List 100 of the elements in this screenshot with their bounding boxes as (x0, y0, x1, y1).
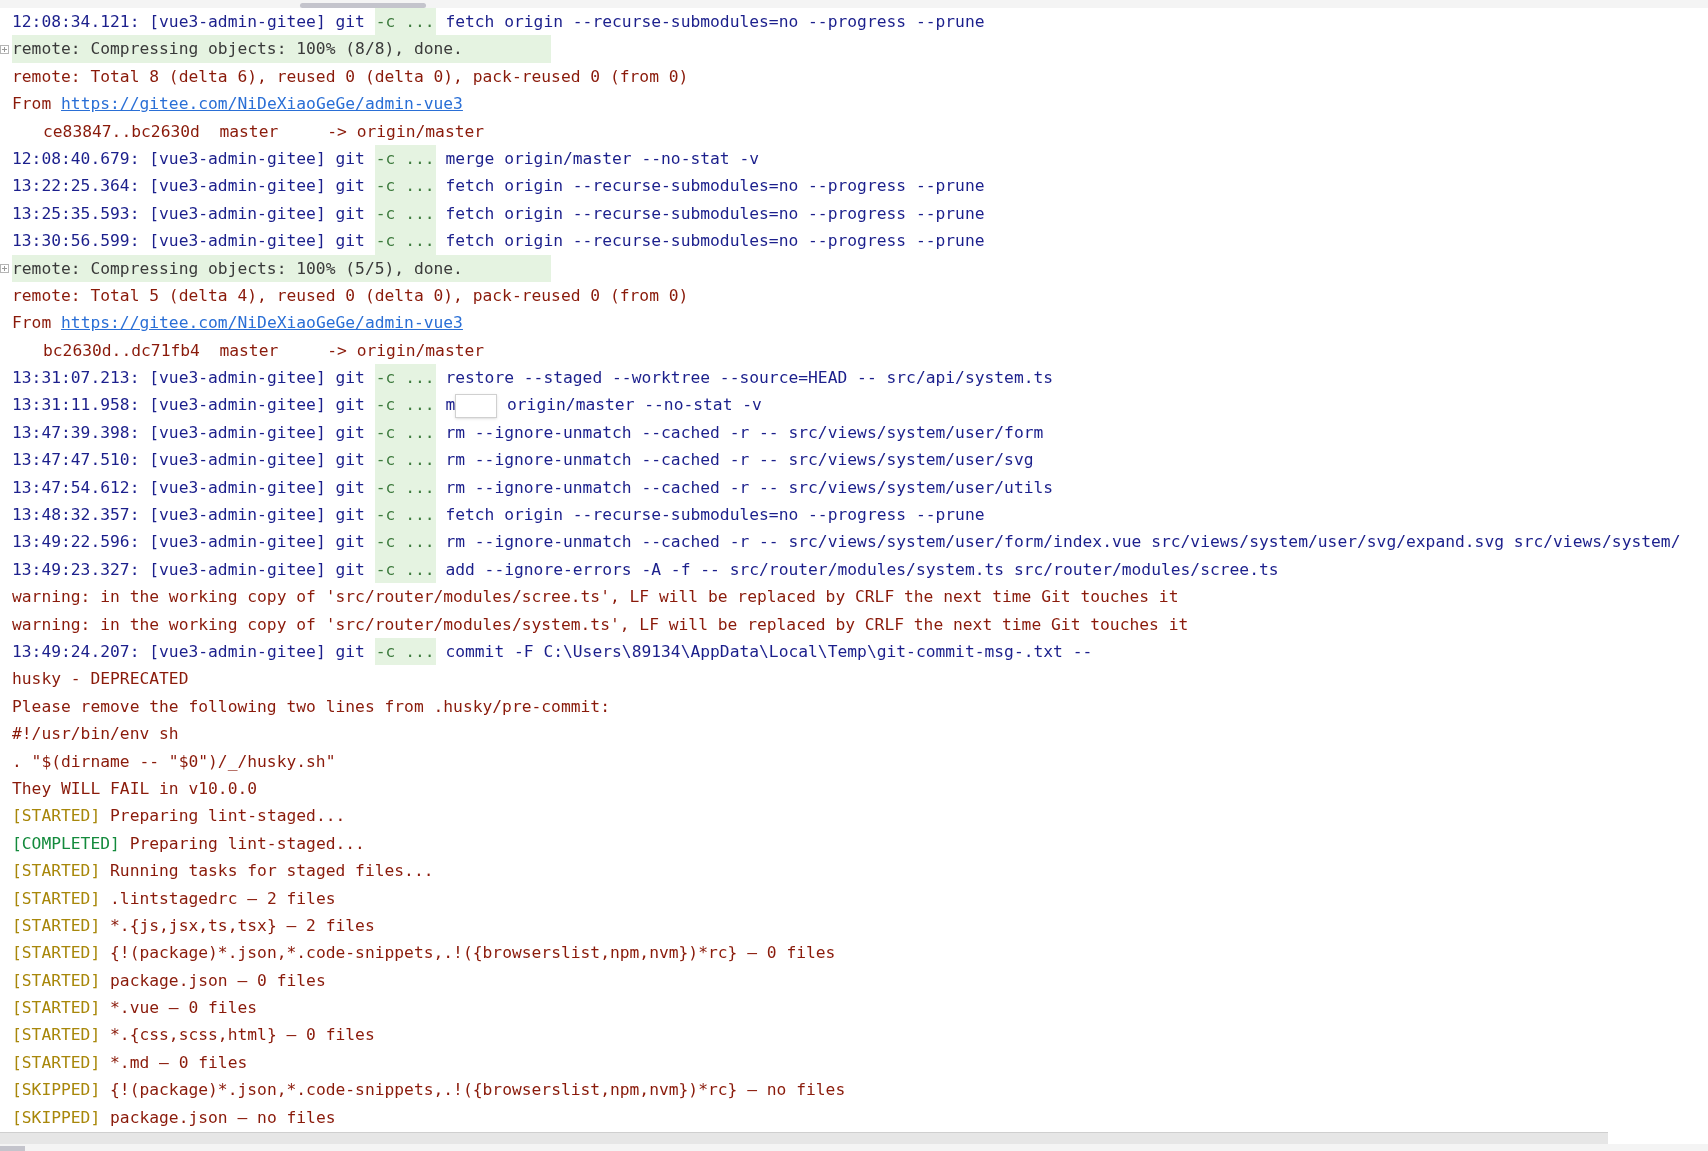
status-tag: [STARTED] (12, 1052, 101, 1072)
status-tag: [STARTED] (12, 1025, 101, 1045)
command-options: -c ... (374, 473, 436, 502)
scrollbar-thumb[interactable] (300, 3, 426, 8)
command-text: restore --staged --worktree --source=HEAD -- src/api/system.ts (445, 368, 1054, 388)
repository-name: [vue3-admin-gitee] (149, 532, 326, 552)
task-text: *.{css,scss,html} — 0 files (110, 1025, 375, 1045)
command-text: rm --ignore-unmatch --cached -r -- src/views/system/user/form/index.vue src/views/system/user/svg/expand.svg src/views/system/ (445, 532, 1681, 552)
command-text: fetch origin --recurse-submodules=no --progress --prune (445, 505, 985, 525)
timestamp: 12:08:40.679: (12, 148, 140, 168)
command-options: -c ... (374, 391, 436, 419)
repository-link[interactable]: https://gitee.com/NiDeXiaoGeGe/admin-vue3 (61, 94, 463, 114)
output-line: remote: Total 8 (delta 6), reused 0 (delta 0), pack-reused 0 (from 0) (12, 65, 689, 88)
command-text: m (445, 395, 456, 415)
command-options: -c ... (374, 446, 436, 474)
command-name: git (335, 148, 365, 168)
repository-name: [vue3-admin-gitee] (149, 450, 326, 470)
task-text: {!(package)*.json,*.code-snippets,.!({browserslist,npm,nvm})*rc} — no files (110, 1080, 846, 1100)
timestamp: 13:49:23.327: (12, 559, 140, 579)
command-name: git (335, 505, 365, 525)
task-text: {!(package)*.json,*.code-snippets,.!({browserslist,npm,nvm})*rc} — 0 files (110, 943, 836, 963)
command-options: -c ... (374, 528, 436, 556)
timestamp: 13:25:35.593: (12, 203, 140, 223)
command-name: git (335, 12, 365, 31)
command-options: -c ... (374, 418, 436, 447)
repository-link[interactable]: https://gitee.com/NiDeXiaoGeGe/admin-vue3 (61, 313, 463, 333)
task-text: Running tasks for staged files... (110, 861, 434, 881)
timestamp: 12:08:34.121: (12, 12, 140, 31)
scrollbar-thumb[interactable] (0, 1146, 25, 1151)
timestamp: 13:47:39.398: (12, 422, 140, 442)
repository-name: [vue3-admin-gitee] (149, 395, 326, 415)
status-tag: [STARTED] (12, 998, 101, 1018)
repository-name: [vue3-admin-gitee] (149, 231, 326, 251)
from-label: From (12, 94, 52, 114)
repository-name: [vue3-admin-gitee] (149, 642, 326, 661)
ref-update-line: ce83847..bc2630d master -> origin/master (42, 120, 485, 143)
timestamp: 13:48:32.357: (12, 505, 140, 525)
command-options: -c ... (374, 144, 436, 173)
command-name: git (335, 559, 365, 579)
tooltip-popup (455, 393, 498, 418)
output-line: remote: Total 5 (delta 4), reused 0 (delta 0), pack-reused 0 (from 0) (12, 284, 689, 307)
status-tag: [STARTED] (12, 915, 101, 935)
task-text: *.vue — 0 files (110, 998, 258, 1018)
output-line: . "$(dirname -- "$0")/_/husky.sh" (12, 750, 336, 773)
task-text: Preparing lint-staged... (110, 806, 346, 826)
command-text: rm --ignore-unmatch --cached -r -- src/views/system/user/form (445, 422, 1044, 442)
command-text: add --ignore-errors -A -f -- src/router/modules/system.ts src/router/modules/scree.ts (445, 559, 1279, 579)
task-text: *.{js,jsx,ts,tsx} — 2 files (110, 915, 375, 935)
timestamp: 13:49:24.207: (12, 642, 140, 661)
repository-name: [vue3-admin-gitee] (149, 12, 326, 31)
output-line: They WILL FAIL in v10.0.0 (12, 777, 258, 800)
output-line: warning: in the working copy of 'src/router/modules/system.ts', LF will be replaced by CRLF the next time Git touches it (12, 613, 1189, 636)
command-options: -c ... (374, 227, 436, 255)
command-options: -c ... (374, 555, 436, 584)
timestamp: 13:47:47.510: (12, 450, 140, 470)
status-tag: [STARTED] (12, 806, 101, 826)
fold-icon[interactable] (0, 263, 9, 273)
status-tag: [STARTED] (12, 943, 101, 963)
command-options: -c ... (374, 501, 436, 529)
command-options: -c ... (374, 199, 436, 228)
timestamp: 13:31:11.958: (12, 395, 140, 415)
horizontal-scrollbar[interactable] (0, 1132, 1608, 1144)
repository-name: [vue3-admin-gitee] (149, 559, 326, 579)
repository-name: [vue3-admin-gitee] (149, 176, 326, 196)
command-name: git (335, 642, 365, 661)
command-options: -c ... (374, 8, 436, 36)
timestamp: 13:22:25.364: (12, 176, 140, 196)
command-name: git (335, 477, 365, 497)
command-options: -c ... (374, 638, 436, 666)
repository-name: [vue3-admin-gitee] (149, 203, 326, 223)
command-options: -c ... (374, 172, 436, 200)
status-tag: [STARTED] (12, 970, 101, 990)
output-line: warning: in the working copy of 'src/router/modules/scree.ts', LF will be replaced by CRLF the next time Git touches it (12, 586, 1179, 609)
command-text: fetch origin --recurse-submodules=no --progress --prune (445, 176, 985, 196)
task-text: .lintstagedrc — 2 files (110, 888, 336, 908)
command-options: -c ... (374, 364, 436, 392)
command-text: rm --ignore-unmatch --cached -r -- src/views/system/user/utils (445, 477, 1054, 497)
repository-name: [vue3-admin-gitee] (149, 505, 326, 525)
command-text: fetch origin --recurse-submodules=no --progress --prune (445, 12, 985, 31)
from-label: From (12, 313, 52, 333)
timestamp: 13:49:22.596: (12, 532, 140, 552)
status-tag: [SKIPPED] (12, 1080, 101, 1100)
task-text: Preparing lint-staged... (129, 833, 365, 853)
timestamp: 13:47:54.612: (12, 477, 140, 497)
task-text: *.md — 0 files (110, 1052, 248, 1072)
repository-name: [vue3-admin-gitee] (149, 148, 326, 168)
command-name: git (335, 532, 365, 552)
fold-icon[interactable] (0, 44, 9, 54)
command-name: git (335, 422, 365, 442)
command-text: fetch origin --recurse-submodules=no --progress --prune (445, 203, 985, 223)
command-name: git (335, 368, 365, 388)
output-line: husky - DEPRECATED (12, 668, 189, 691)
status-tag: [COMPLETED] (12, 833, 120, 853)
status-tag: [STARTED] (12, 861, 101, 881)
status-tag: [SKIPPED] (12, 1107, 101, 1127)
command-name: git (335, 450, 365, 470)
task-text: package.json — no files (110, 1107, 336, 1127)
output-line: Please remove the following two lines from .husky/pre-commit: (12, 695, 610, 718)
ref-update-line: bc2630d..dc71fb4 master -> origin/master (42, 339, 485, 362)
command-text: rm --ignore-unmatch --cached -r -- src/views/system/user/svg (445, 450, 1034, 470)
